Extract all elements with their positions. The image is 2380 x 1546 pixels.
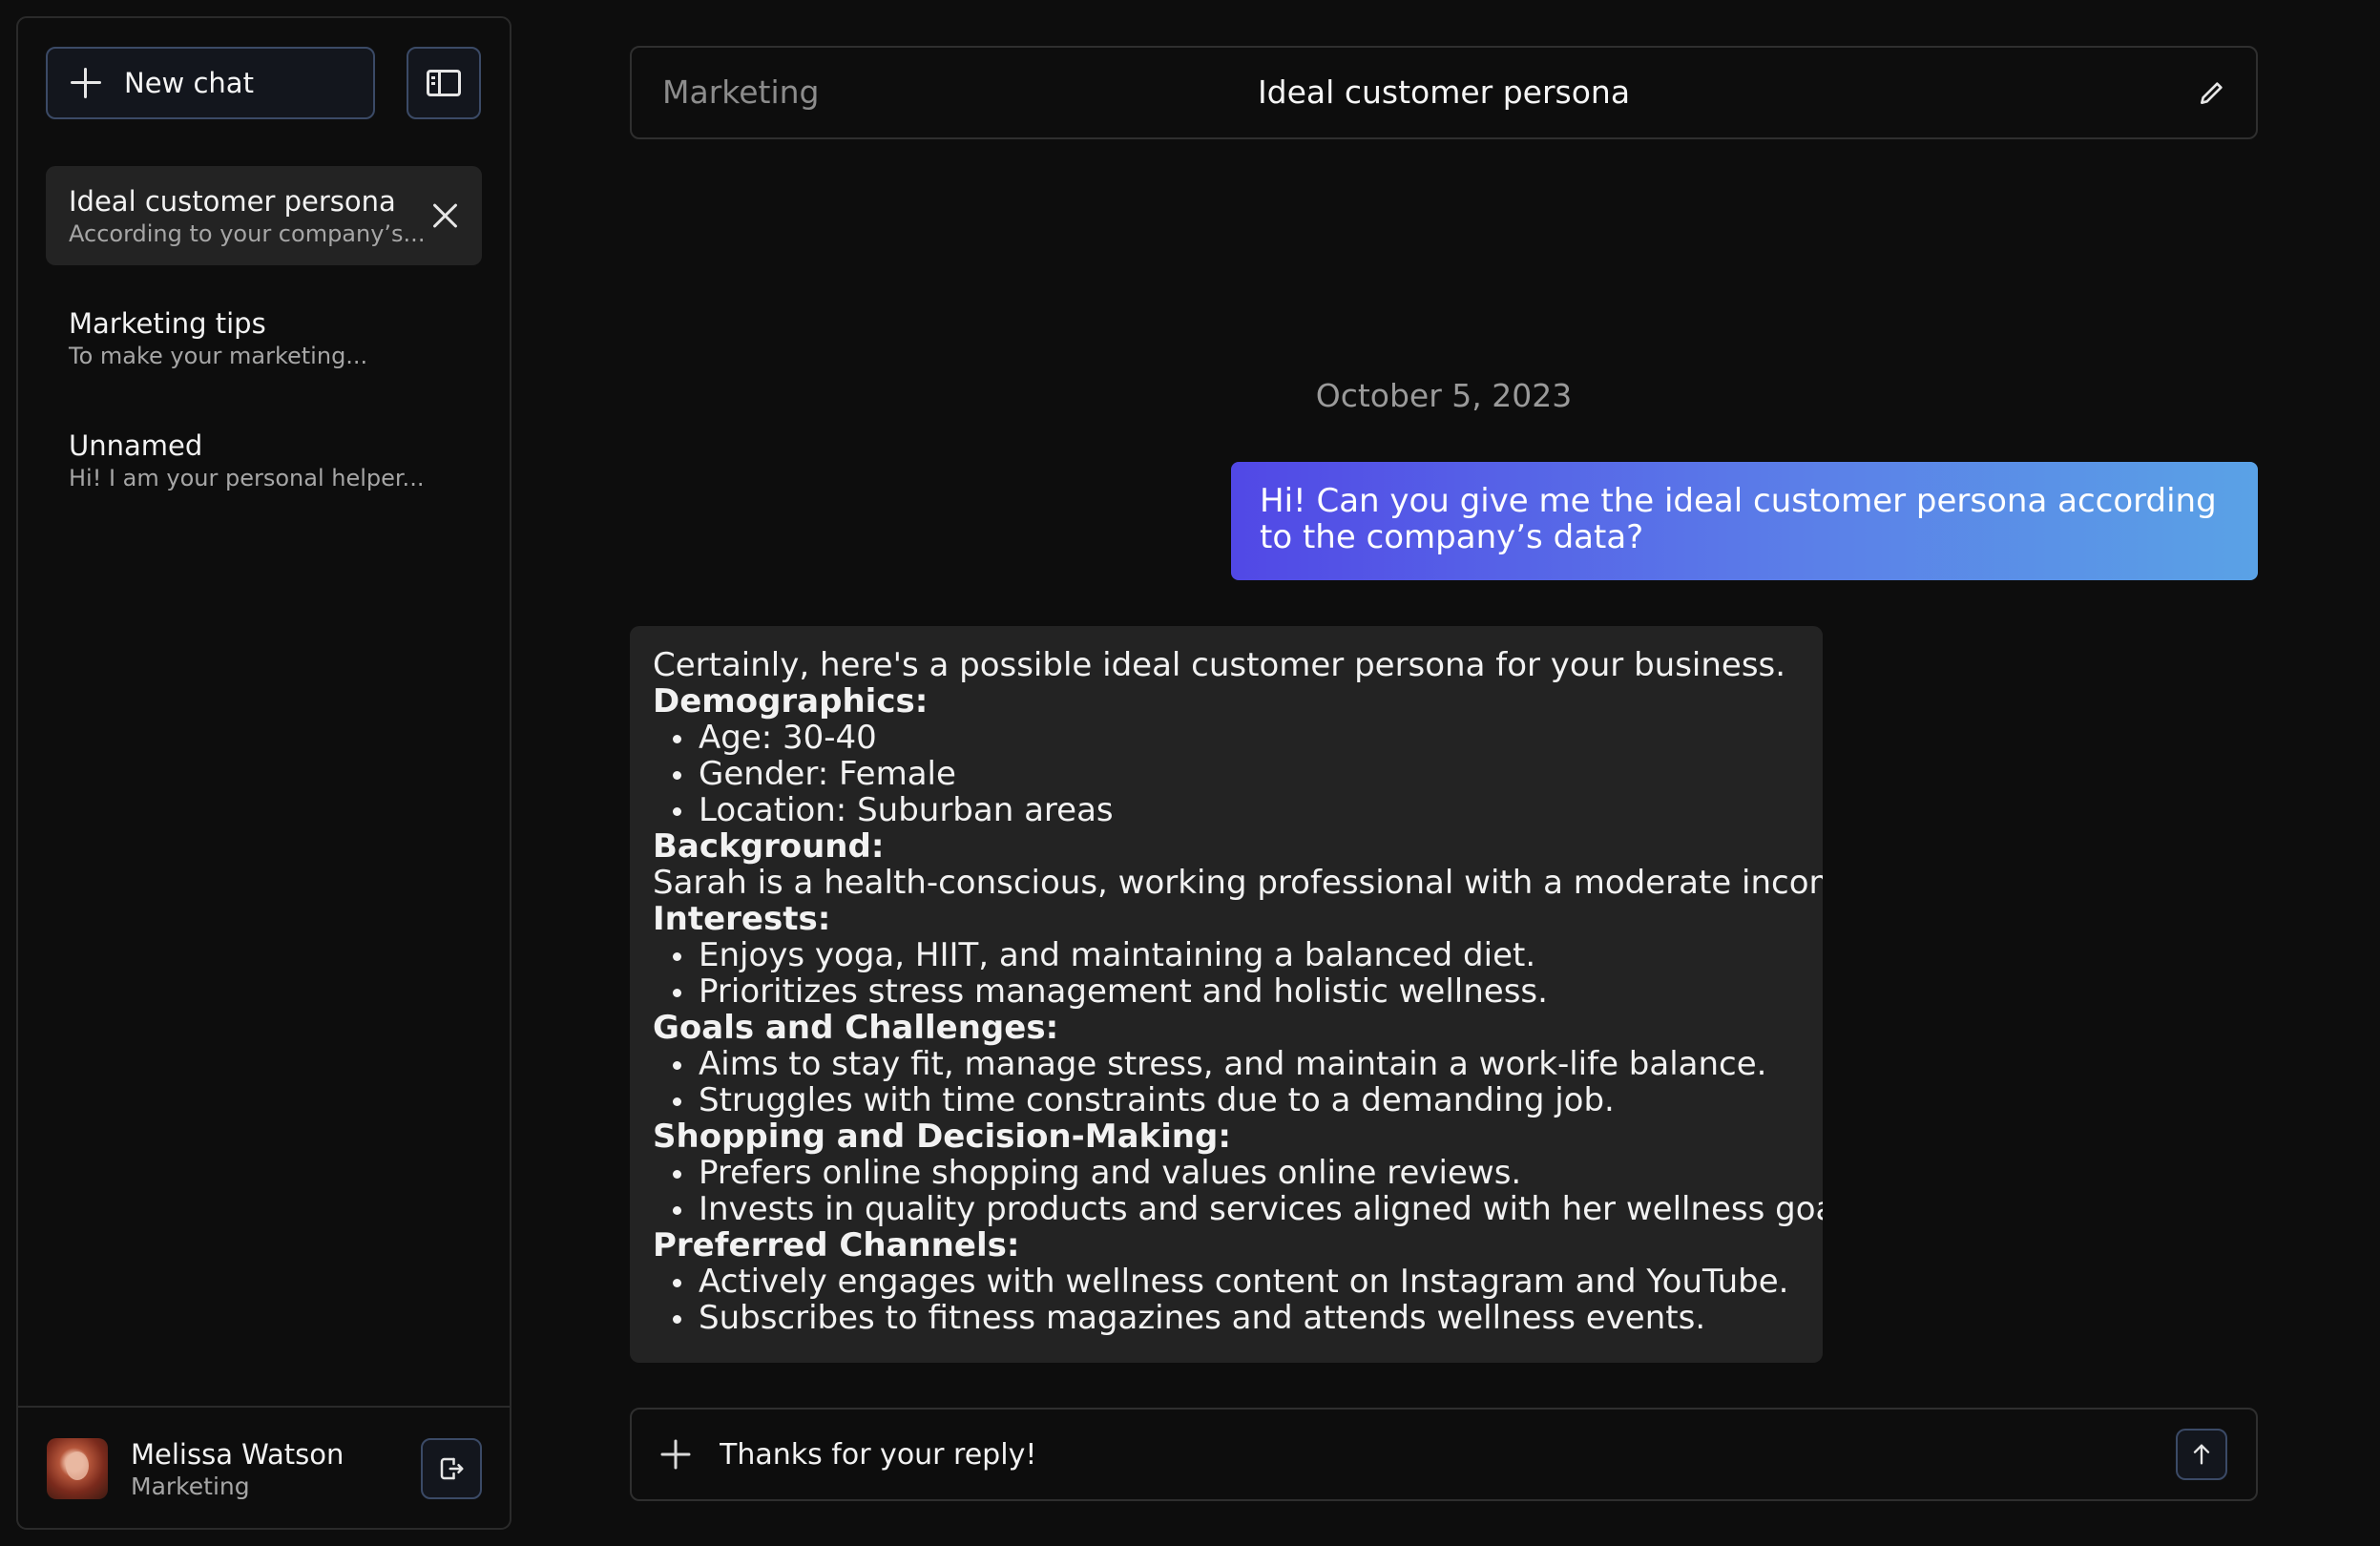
chat-list: Ideal customer persona According to your… (46, 166, 482, 533)
close-icon[interactable] (428, 198, 463, 232)
plus-icon (660, 1439, 691, 1470)
list-item: Aims to stay fit, manage stress, and mai… (653, 1046, 1800, 1082)
list-item: Prioritizes stress management and holist… (653, 973, 1800, 1010)
list-item: Invests in quality products and services… (653, 1191, 1823, 1227)
list-item: Subscribes to fitness magazines and atte… (653, 1300, 1800, 1336)
send-button[interactable] (2176, 1429, 2227, 1480)
arrow-up-icon (2193, 1444, 2210, 1465)
chat-title: Unnamed (69, 429, 203, 462)
section-heading: Preferred Channels: (653, 1226, 1020, 1264)
chat-item-ideal-customer-persona[interactable]: Ideal customer persona According to your… (46, 166, 482, 265)
message-intro: Certainly, here's a possible ideal custo… (653, 646, 1786, 684)
section-heading: Goals and Challenges: (653, 1009, 1059, 1047)
logout-icon (440, 1457, 464, 1480)
chat-preview: To make your marketing... (69, 343, 368, 369)
list-item: Enjoys yoga, HIIT, and maintaining a bal… (653, 937, 1800, 973)
chat-item-unnamed[interactable]: Unnamed Hi! I am your personal helper... (46, 410, 482, 510)
avatar (47, 1438, 108, 1499)
list-item: Struggles with time constraints due to a… (653, 1082, 1800, 1118)
chat-category: Marketing (662, 73, 820, 111)
sidebar: New chat Ideal customer persona Accordin… (16, 16, 511, 1530)
chat-title: Ideal customer persona (69, 185, 396, 218)
background-text: Sarah is a health-conscious, working pro… (653, 864, 1823, 902)
interests-list: Enjoys yoga, HIIT, and maintaining a bal… (653, 937, 1800, 1010)
shopping-list: Prefers online shopping and values onlin… (653, 1155, 1823, 1227)
assistant-message: Certainly, here's a possible ideal custo… (630, 626, 1823, 1363)
date-separator: October 5, 2023 (1315, 377, 1573, 414)
channels-list: Actively engages with wellness content o… (653, 1264, 1800, 1336)
logout-button[interactable] (421, 1438, 482, 1499)
user-role: Marketing (131, 1473, 250, 1500)
chat-preview: According to your company’s... (69, 220, 426, 247)
plus-icon (71, 68, 101, 98)
section-heading: Shopping and Decision-Making: (653, 1118, 1231, 1156)
list-item: Gender: Female (653, 756, 1800, 792)
list-item: Prefers online shopping and values onlin… (653, 1155, 1800, 1191)
list-item: Actively engages with wellness content o… (653, 1264, 1800, 1300)
list-item: Location: Suburban areas (653, 792, 1800, 828)
message-input[interactable] (720, 1410, 2132, 1499)
user-profile: Melissa Watson Marketing (18, 1406, 510, 1528)
message-composer (630, 1408, 2258, 1501)
chat-title-heading: Ideal customer persona (1257, 73, 1631, 111)
user-message: Hi! Can you give me the ideal customer p… (1231, 462, 2258, 580)
list-item: Age: 30-40 (653, 720, 1800, 756)
goals-list: Aims to stay fit, manage stress, and mai… (653, 1046, 1800, 1118)
sidebar-panel-icon (427, 70, 461, 96)
new-chat-button[interactable]: New chat (46, 47, 375, 119)
section-heading: Background: (653, 827, 885, 866)
chat-item-marketing-tips[interactable]: Marketing tips To make your marketing... (46, 288, 482, 387)
user-name: Melissa Watson (131, 1438, 344, 1471)
new-chat-label: New chat (124, 67, 254, 99)
toggle-sidebar-button[interactable] (407, 47, 481, 119)
chat-title: Marketing tips (69, 307, 266, 340)
chat-preview: Hi! I am your personal helper... (69, 465, 425, 491)
attach-button[interactable] (660, 1439, 691, 1470)
chat-header: Marketing Ideal customer persona (630, 46, 2258, 139)
section-heading: Demographics: (653, 682, 929, 721)
pencil-icon (2201, 82, 2223, 104)
demographics-list: Age: 30-40 Gender: Female Location: Subu… (653, 720, 1800, 828)
section-heading: Interests: (653, 900, 831, 938)
rename-chat-button[interactable] (2197, 77, 2227, 108)
chat-app: New chat Ideal customer persona Accordin… (0, 0, 2380, 1546)
